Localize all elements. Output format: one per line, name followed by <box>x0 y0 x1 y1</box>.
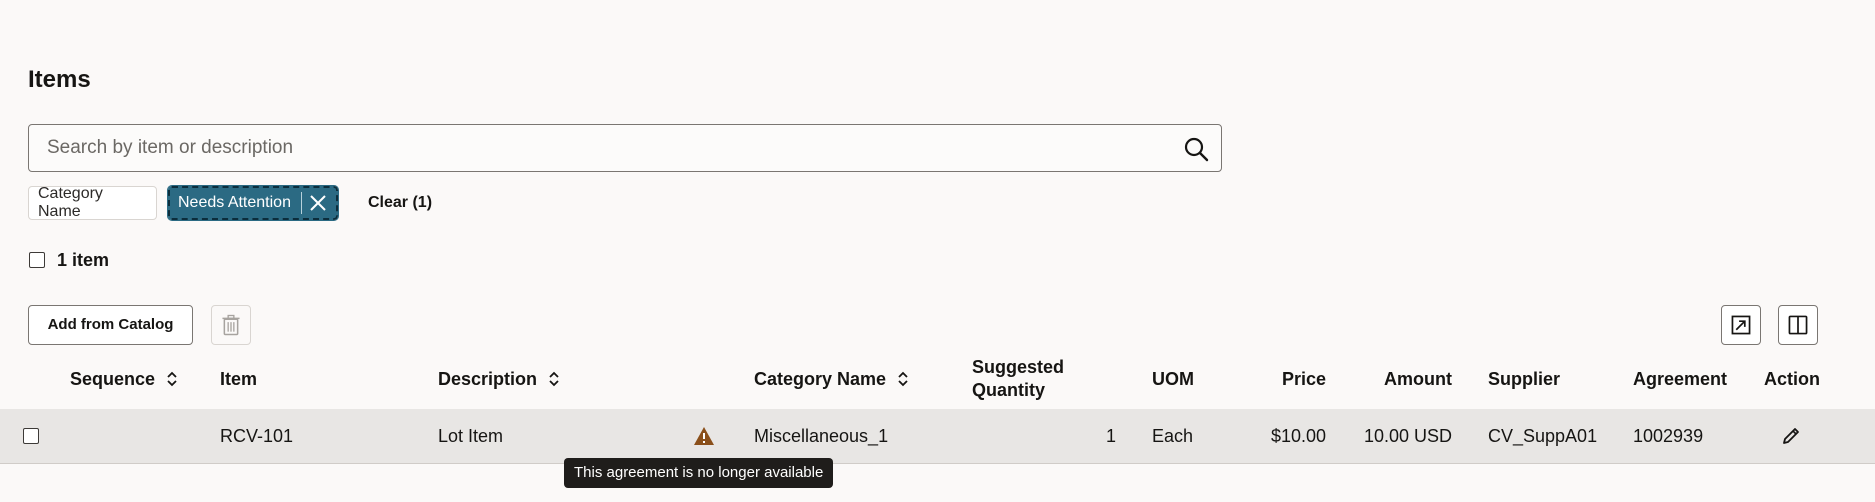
cell-uom: Each <box>1152 425 1194 446</box>
chip-divider <box>300 192 302 214</box>
trash-icon <box>222 314 240 336</box>
cell-agreement: 1002939 <box>1633 425 1704 446</box>
search-input[interactable] <box>47 125 1167 171</box>
filter-chip-label: Needs Attention <box>178 194 291 211</box>
clear-filters-link[interactable]: Clear (1) <box>368 186 432 220</box>
warning-icon[interactable] <box>693 426 715 446</box>
column-header-sequence[interactable]: Sequence <box>70 356 179 402</box>
column-header-label: Quantity <box>972 380 1046 400</box>
column-header-label: Category Name <box>754 368 887 389</box>
cell-supplier: CV_SuppA01 <box>1488 425 1598 446</box>
column-header-agreement: Agreement <box>1633 368 1728 389</box>
column-header-amount: Amount <box>1384 368 1452 389</box>
column-header-item: Item <box>220 368 258 389</box>
export-button[interactable] <box>1721 305 1761 345</box>
cell-amount: 10.00 USD <box>1363 425 1452 446</box>
columns-icon <box>1788 315 1808 335</box>
cell-price: $10.00 <box>1270 425 1326 446</box>
filter-chip-needs-attention[interactable]: Needs Attention <box>167 185 339 221</box>
sort-icon[interactable] <box>547 369 561 389</box>
cell-suggested-quantity: 1 <box>1105 425 1116 446</box>
search-box[interactable] <box>28 124 1222 172</box>
column-header-description[interactable]: Description <box>438 356 561 402</box>
search-icon[interactable] <box>1183 136 1209 162</box>
row-checkbox[interactable] <box>23 428 39 444</box>
page-title: Items <box>28 66 91 93</box>
filter-chip-category-name[interactable]: Category Name <box>28 185 157 220</box>
cell-category-name: Miscellaneous_1 <box>754 425 889 446</box>
pencil-icon <box>1783 428 1799 444</box>
sort-icon[interactable] <box>165 369 179 389</box>
item-count: 1 item <box>57 250 110 270</box>
column-header-supplier: Supplier <box>1488 368 1561 389</box>
select-all-checkbox[interactable] <box>29 252 45 268</box>
delete-button[interactable] <box>211 305 251 345</box>
column-header-action: Action <box>1764 368 1820 389</box>
add-from-catalog-button[interactable]: Add from Catalog <box>28 305 193 345</box>
column-header-suggested-quantity: Suggested Quantity <box>972 356 1064 402</box>
export-icon <box>1731 315 1751 335</box>
column-header-label: Description <box>438 368 538 389</box>
edit-button[interactable] <box>1780 409 1802 463</box>
sort-icon[interactable] <box>896 369 910 389</box>
filter-chip-label: Category Name <box>38 185 103 220</box>
column-header-price: Price <box>1281 368 1326 389</box>
cell-item: RCV-101 <box>220 425 294 446</box>
column-header-category-name[interactable]: Category Name <box>754 356 910 402</box>
columns-button[interactable] <box>1778 305 1818 345</box>
close-icon[interactable] <box>308 193 328 213</box>
column-header-label: Suggested <box>972 357 1065 377</box>
tooltip: This agreement is no longer available <box>564 458 834 488</box>
warning-icon-wrap[interactable] <box>693 409 715 463</box>
column-header-label: Sequence <box>70 368 156 389</box>
column-header-uom: UOM <box>1152 368 1194 389</box>
cell-description: Lot Item <box>438 425 504 446</box>
